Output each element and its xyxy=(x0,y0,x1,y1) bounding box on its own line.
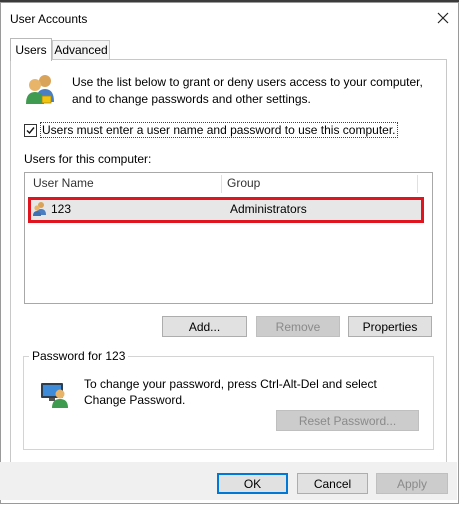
checkmark-icon xyxy=(26,126,35,134)
tab-users[interactable]: Users xyxy=(10,38,52,61)
column-header-group[interactable]: Group xyxy=(227,173,260,194)
reset-password-button-label: Reset Password... xyxy=(298,413,397,428)
computer-user-icon xyxy=(41,383,68,408)
close-icon xyxy=(437,12,449,24)
remove-button-label: Remove xyxy=(275,319,321,334)
remove-button[interactable]: Remove xyxy=(256,316,340,337)
ok-button[interactable]: OK xyxy=(217,473,288,494)
column-separator[interactable] xyxy=(221,175,222,193)
reset-password-button[interactable]: Reset Password... xyxy=(276,410,419,431)
tab-advanced[interactable]: Advanced xyxy=(52,40,110,59)
apply-button-label: Apply xyxy=(396,476,428,491)
window-title: User Accounts xyxy=(10,12,88,26)
users-listbox[interactable]: User Name Group 123 Administrators xyxy=(24,172,433,304)
ok-button-label: OK xyxy=(243,476,262,491)
require-login-checkbox[interactable] xyxy=(24,123,37,137)
require-login-label[interactable]: Users must enter a user name and passwor… xyxy=(40,122,398,138)
require-login-row[interactable]: Users must enter a user name and passwor… xyxy=(24,122,398,138)
column-separator[interactable] xyxy=(417,175,418,193)
intro-text: Use the list below to grant or deny user… xyxy=(72,75,423,106)
cancel-button-label: Cancel xyxy=(313,476,352,491)
users-icon xyxy=(26,75,54,104)
password-instructions: To change your password, press Ctrl-Alt-… xyxy=(84,377,377,407)
add-button-label: Add... xyxy=(188,319,221,334)
column-header-user-name[interactable]: User Name xyxy=(33,173,94,194)
close-button[interactable] xyxy=(431,7,455,29)
password-group-title: Password for 123 xyxy=(29,349,129,363)
cancel-button[interactable]: Cancel xyxy=(297,473,368,494)
row-user-name: 123 xyxy=(51,202,72,216)
user-icon xyxy=(33,202,46,216)
users-list-label: Users for this computer: xyxy=(24,152,152,166)
table-row[interactable]: 123 Administrators xyxy=(28,197,424,223)
properties-button-label: Properties xyxy=(362,319,418,334)
apply-button[interactable]: Apply xyxy=(376,473,448,494)
properties-button[interactable]: Properties xyxy=(348,316,432,337)
row-group: Administrators xyxy=(230,202,307,216)
add-button[interactable]: Add... xyxy=(162,316,247,337)
